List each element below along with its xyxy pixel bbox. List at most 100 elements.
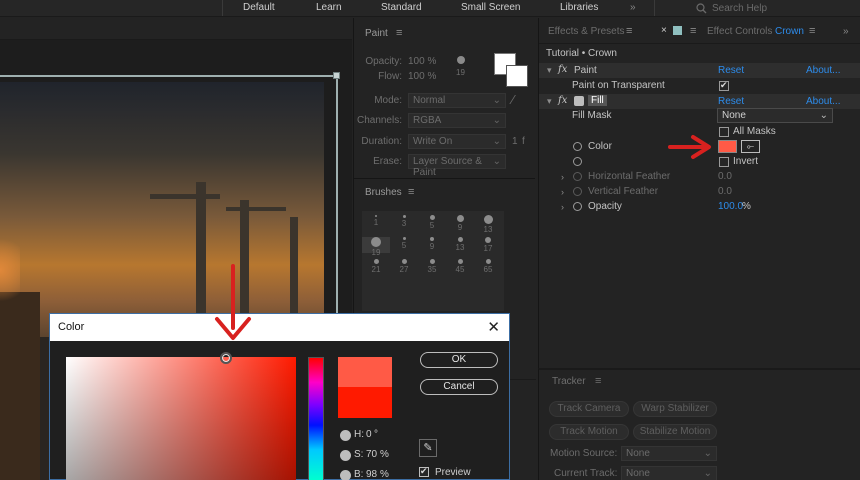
brush-tip[interactable]: 19 [362, 237, 390, 257]
ok-button[interactable]: OK [420, 352, 498, 368]
vertical-feather-value[interactable]: 0.0 [718, 186, 732, 197]
erase-dropdown[interactable]: Layer Source & Paint ⌄ [408, 154, 506, 178]
opacity-value[interactable]: 100.0 [718, 201, 743, 212]
track-motion-button[interactable]: Track Motion [549, 424, 629, 440]
track-camera-button[interactable]: Track Camera [549, 401, 629, 417]
stopwatch-icon[interactable] [573, 187, 582, 196]
fx-icon[interactable]: fx [558, 95, 567, 106]
eyedropper-icon[interactable]: ⟜ [741, 140, 760, 153]
fill-mask-dropdown[interactable]: None ⌄ [717, 108, 833, 123]
brush-tip[interactable]: 17 [474, 237, 502, 253]
workspace-default[interactable]: Default [243, 2, 275, 13]
expand-icon[interactable]: › [561, 202, 564, 212]
all-masks-checkbox[interactable] [719, 127, 729, 137]
current-track-dropdown[interactable]: None ⌄ [621, 466, 717, 480]
stopwatch-icon[interactable] [573, 202, 582, 211]
brush-tip[interactable]: 3 [390, 215, 418, 231]
duration-dropdown[interactable]: Write On ⌄ [408, 134, 506, 149]
chevron-down-icon: ⌄ [703, 468, 712, 479]
fill-reset-link[interactable]: Reset [718, 96, 744, 107]
background-color-swatch[interactable] [506, 65, 528, 87]
motion-source-dropdown[interactable]: None ⌄ [621, 446, 717, 461]
preview-label: Preview [435, 467, 471, 478]
expand-icon[interactable]: › [561, 187, 564, 197]
hue-radio[interactable] [340, 430, 351, 441]
collapse-icon[interactable]: ▾ [547, 65, 552, 76]
dialog-titlebar[interactable]: Color ✕ [50, 314, 509, 341]
search-input[interactable]: Search Help [690, 1, 860, 16]
paint-on-transparent-checkbox[interactable] [719, 80, 729, 91]
stopwatch-icon[interactable] [573, 172, 582, 181]
eyedropper-icon[interactable]: ✎ [419, 439, 437, 457]
duration-unit: f [522, 136, 525, 147]
workspace-overflow-icon[interactable]: » [630, 2, 636, 13]
brush-tip-icon [429, 215, 435, 220]
fill-about-link[interactable]: About... [806, 96, 840, 107]
expand-icon[interactable]: › [561, 172, 564, 182]
paint-about-link[interactable]: About... [806, 65, 840, 76]
close-icon[interactable]: × [661, 25, 667, 36]
layer-handle[interactable] [333, 72, 340, 79]
color-cursor[interactable] [220, 352, 232, 364]
lock-icon[interactable] [673, 26, 682, 35]
workspace-standard[interactable]: Standard [381, 2, 422, 13]
brush-tip[interactable]: 9 [446, 215, 474, 232]
effect-row-fill[interactable]: ▾ fx Fill Reset About... [539, 94, 860, 109]
workspace-libraries[interactable]: Libraries [560, 2, 598, 13]
eyedropper-icon[interactable]: ⁄ [512, 92, 514, 107]
opacity-value[interactable]: 100 % [408, 56, 436, 67]
paint-reset-link[interactable]: Reset [718, 65, 744, 76]
panel-menu-icon[interactable]: ≡ [595, 375, 601, 387]
horizontal-feather-value[interactable]: 0.0 [718, 171, 732, 182]
panel-menu-icon[interactable]: ≡ [396, 27, 402, 39]
fx-icon[interactable]: fx [558, 64, 567, 75]
panel-menu-icon[interactable]: ≡ [408, 186, 414, 198]
brush-tip[interactable]: 65 [474, 259, 502, 275]
brush-tip[interactable]: 9 [418, 237, 446, 253]
panel-menu-icon[interactable]: ≡ [626, 25, 632, 37]
brush-tip[interactable]: 13 [474, 215, 502, 234]
tab-layer-name[interactable]: Crown [775, 26, 804, 37]
hue-value[interactable]: 0 [366, 429, 372, 440]
overflow-icon[interactable]: » [843, 26, 849, 37]
tab-effect-controls[interactable]: Effect Controls [707, 26, 772, 37]
panel-menu-icon[interactable]: ≡ [690, 25, 696, 37]
paint-panel: Paint ≡ Opacity: 100 % Flow: 100 % 19 Mo… [353, 18, 535, 178]
flow-value[interactable]: 100 % [408, 71, 436, 82]
brush-tip[interactable]: 5 [390, 237, 418, 253]
close-icon[interactable]: ✕ [487, 318, 500, 336]
warp-stabilizer-button[interactable]: Warp Stabilizer [633, 401, 717, 417]
panel-menu-icon[interactable]: ≡ [809, 25, 815, 37]
collapse-icon[interactable]: ▾ [547, 96, 552, 107]
duration-frames[interactable]: 1 [512, 136, 518, 147]
saturation-brightness-field[interactable] [66, 357, 296, 480]
cancel-button[interactable]: Cancel [420, 379, 498, 395]
preview-checkbox[interactable] [419, 466, 429, 477]
workspace-small-screen[interactable]: Small Screen [461, 2, 520, 13]
brush-tip[interactable]: 27 [390, 259, 418, 275]
brush-tip[interactable]: 1 [362, 215, 390, 231]
brightness-radio[interactable] [340, 470, 351, 480]
channels-dropdown[interactable]: RGBA ⌄ [408, 113, 506, 128]
effect-row-paint[interactable]: ▾ fx Paint Reset About... [539, 63, 860, 78]
mode-dropdown[interactable]: Normal ⌄ [408, 93, 506, 108]
stabilize-motion-button[interactable]: Stabilize Motion [633, 424, 717, 440]
brightness-value[interactable]: 98 [366, 469, 377, 480]
hue-slider[interactable] [308, 357, 324, 480]
invert-checkbox[interactable] [719, 157, 729, 167]
tab-effects-presets[interactable]: Effects & Presets [548, 26, 625, 37]
current-color-swatch[interactable] [338, 387, 392, 418]
brush-tip[interactable]: 5 [418, 215, 446, 231]
brush-tip-icon [429, 259, 435, 264]
workspace-learn[interactable]: Learn [316, 2, 342, 13]
brush-tip[interactable]: 21 [362, 259, 390, 275]
saturation-value[interactable]: 70 [366, 449, 377, 460]
brush-tip[interactable]: 45 [446, 259, 474, 275]
color-swatch[interactable] [718, 140, 737, 153]
saturation-radio[interactable] [340, 450, 351, 461]
brush-tip[interactable]: 13 [446, 237, 474, 253]
stopwatch-icon[interactable] [573, 142, 582, 151]
brush-tip[interactable]: 35 [418, 259, 446, 275]
stopwatch-icon[interactable] [573, 157, 582, 166]
brush-size-label: 17 [483, 244, 493, 253]
